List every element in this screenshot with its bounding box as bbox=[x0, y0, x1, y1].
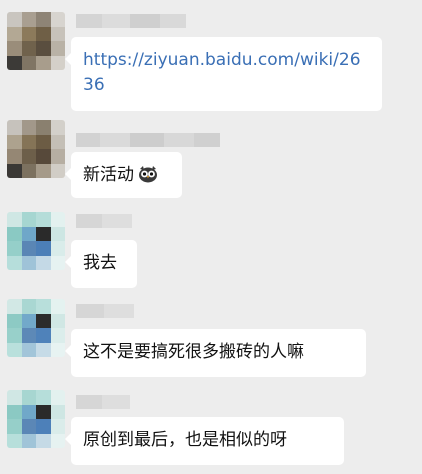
message-text: 新活动 bbox=[83, 165, 134, 185]
message-bubble[interactable]: 原创到最后，也是相似的呀 bbox=[65, 417, 344, 465]
avatar[interactable] bbox=[7, 120, 65, 178]
message-link[interactable]: https://ziyuan.baidu.com/wiki/2636 bbox=[83, 50, 361, 95]
sender-name bbox=[76, 304, 134, 318]
avatar[interactable] bbox=[7, 299, 65, 357]
sender-name bbox=[76, 395, 130, 409]
message-bubble[interactable]: https://ziyuan.baidu.com/wiki/2636 bbox=[65, 37, 382, 111]
message-bubble[interactable]: 我去 bbox=[65, 240, 137, 288]
message-bubble[interactable]: 新活动 bbox=[65, 152, 182, 198]
sender-name bbox=[76, 133, 220, 147]
avatar[interactable] bbox=[7, 390, 65, 448]
sender-name bbox=[76, 14, 186, 28]
owl-emoji-icon bbox=[139, 166, 157, 183]
chat-message-list: https://ziyuan.baidu.com/wiki/2636 新活动 我… bbox=[0, 0, 422, 474]
message-bubble[interactable]: 这不是要搞死很多搬砖的人嘛 bbox=[65, 329, 366, 377]
message-text: 原创到最后，也是相似的呀 bbox=[83, 430, 287, 450]
avatar[interactable] bbox=[7, 12, 65, 70]
avatar[interactable] bbox=[7, 212, 65, 270]
message-text: 我去 bbox=[83, 253, 117, 273]
message-text: 这不是要搞死很多搬砖的人嘛 bbox=[83, 342, 304, 362]
sender-name bbox=[76, 214, 132, 228]
